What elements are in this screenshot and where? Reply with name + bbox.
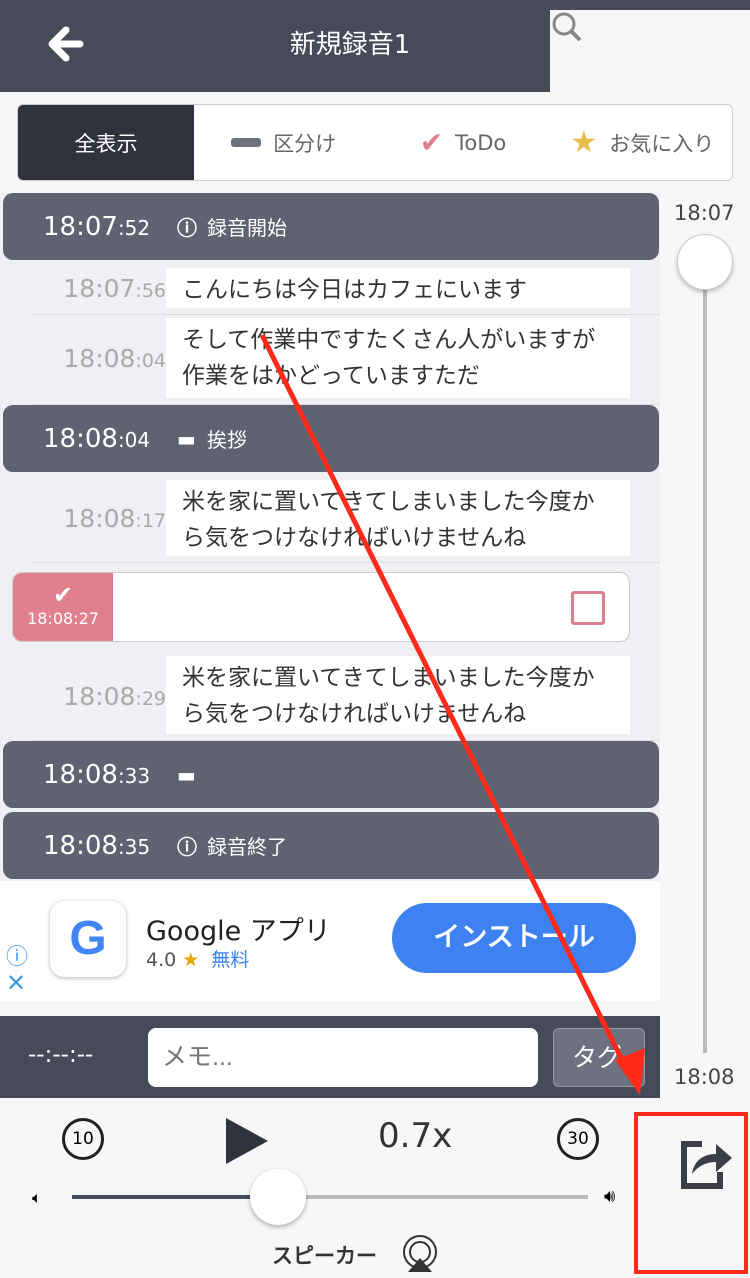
timeline-start: 18:07 xyxy=(674,201,735,225)
audio-output-label[interactable]: スピーカー xyxy=(272,1240,377,1270)
player-controls: 10 0.7x 30 🔈︎ 🔊︎ スピーカー xyxy=(0,1098,660,1278)
section-header[interactable]: 18:07:52 ⓘ 録音開始 xyxy=(3,193,659,260)
top-strip xyxy=(550,0,750,10)
filter-tabs: 全表示 区分け ✔ ToDo ★ お気に入り xyxy=(17,104,733,181)
tag-button[interactable]: タグ xyxy=(553,1028,645,1087)
memo-time: --:--:-- xyxy=(28,1042,94,1068)
ad-rating: 4.0 xyxy=(146,949,177,971)
install-button[interactable]: インストール xyxy=(392,903,636,973)
volume-low-icon: 🔈︎ xyxy=(32,1188,42,1207)
ad-banner[interactable]: ⓘ ✕ G Google アプリ 4.0 ★ 無料 インストール xyxy=(0,881,660,1001)
tab-divider[interactable]: 区分け xyxy=(194,105,373,180)
tab-all[interactable]: 全表示 xyxy=(18,105,194,180)
timeline-end: 18:08 xyxy=(674,1065,735,1089)
tab-favorites[interactable]: ★ お気に入り xyxy=(553,105,732,180)
list-item[interactable]: 18:08:29 米を家に置いてきてしまいました今度から気をつけなければいけません… xyxy=(32,656,660,741)
entry-list: 18:07:52 ⓘ 録音開始 18:07:56 こんにちは今日はカフェにいます 18… xyxy=(0,193,660,881)
ad-price: 無料 xyxy=(211,949,250,971)
check-icon: ✔ xyxy=(419,126,444,159)
tab-label: ToDo xyxy=(455,130,507,155)
forward-30-button[interactable]: 30 xyxy=(557,1118,599,1160)
ad-title: Google アプリ xyxy=(146,916,331,947)
section-label: 録音終了 xyxy=(207,835,287,859)
tab-label: お気に入り xyxy=(609,131,715,156)
ad-info-icon[interactable]: ⓘ xyxy=(6,939,28,971)
todo-checkbox[interactable] xyxy=(571,591,605,625)
entry-text: 米を家に置いてきてしまいました今度から気をつけなければいけませんね xyxy=(166,656,630,734)
rewind-10-button[interactable]: 10 xyxy=(62,1118,104,1160)
volume-handle[interactable] xyxy=(250,1169,307,1225)
section-label: 録音開始 xyxy=(207,216,287,240)
app-header: 新規録音1 xyxy=(0,0,550,92)
section-header[interactable]: 18:08:33 ▬ xyxy=(3,741,659,808)
entry-text: 米を家に置いてきてしまいました今度から気をつけなければいけませんね xyxy=(166,480,630,556)
dash-icon xyxy=(231,138,262,147)
star-icon: ★ xyxy=(570,125,598,160)
timeline-handle[interactable] xyxy=(677,234,733,290)
todo-badge: ✔ 18:08:27 xyxy=(13,573,113,641)
tab-label: 区分け xyxy=(273,131,337,156)
play-icon[interactable] xyxy=(226,1118,268,1164)
timeline: 18:07 18:08 xyxy=(660,193,750,1098)
tab-todo[interactable]: ✔ ToDo xyxy=(373,105,552,180)
todo-item[interactable]: ✔ 18:08:27 xyxy=(12,572,630,642)
tab-label: 全表示 xyxy=(74,131,138,156)
search-icon[interactable] xyxy=(548,10,584,42)
share-icon[interactable] xyxy=(676,1134,736,1194)
volume-high-icon: 🔊︎ xyxy=(604,1186,616,1207)
section-label: 挨拶 xyxy=(207,428,247,452)
memo-bar: --:--:-- タグ xyxy=(0,1016,660,1098)
section-header[interactable]: 18:08:04 ▬ 挨拶 xyxy=(3,405,659,472)
info-icon: ⓘ xyxy=(177,216,197,240)
dash-icon: ▬ xyxy=(177,762,196,787)
list-item[interactable]: 18:08:17 米を家に置いてきてしまいました今度から気をつけなければいけません… xyxy=(32,480,660,563)
entry-text: こんにちは今日はカフェにいます xyxy=(166,268,630,308)
speed-button[interactable]: 0.7x xyxy=(378,1116,452,1156)
memo-input[interactable] xyxy=(148,1028,538,1087)
section-header[interactable]: 18:08:35 ⓘ 録音終了 xyxy=(3,812,659,879)
ad-close-icon[interactable]: ✕ xyxy=(6,969,26,997)
share-area xyxy=(660,1098,750,1278)
timeline-track[interactable] xyxy=(703,263,707,1053)
entry-text: そして作業中ですたくさん人がいますが作業をはかどっていますただ xyxy=(166,318,630,398)
check-icon: ✔ xyxy=(52,581,74,609)
todo-time: 18:08:27 xyxy=(27,609,99,628)
star-icon: ★ xyxy=(182,949,200,971)
dash-icon: ▬ xyxy=(177,426,196,451)
airplay-icon[interactable] xyxy=(400,1234,440,1274)
info-icon: ⓘ xyxy=(177,835,197,859)
list-item[interactable]: 18:07:56 こんにちは今日はカフェにいます xyxy=(32,268,660,315)
list-item[interactable]: 18:08:04 そして作業中ですたくさん人がいますが作業をはかどっていますただ xyxy=(32,318,660,405)
page-title: 新規録音1 xyxy=(289,30,411,60)
volume-slider[interactable] xyxy=(72,1195,588,1199)
volume-fill xyxy=(72,1195,279,1199)
google-app-icon: G xyxy=(50,901,126,977)
